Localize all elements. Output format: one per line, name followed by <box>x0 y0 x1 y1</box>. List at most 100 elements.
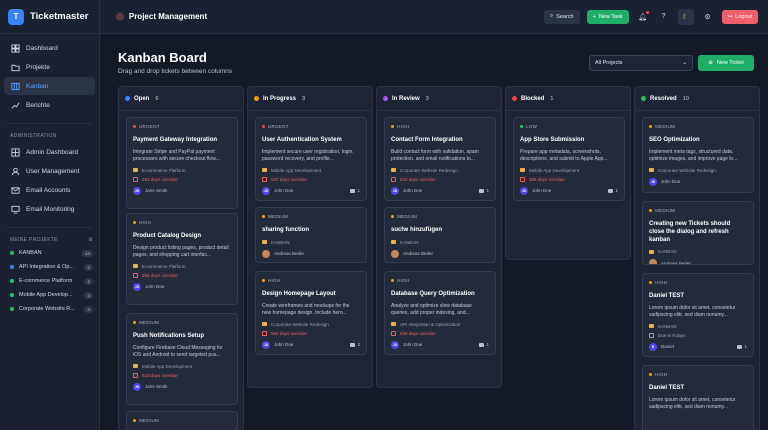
sidebar-item-dashboard[interactable]: Dashboard <box>4 39 95 57</box>
new-task-label: New Task <box>598 13 623 20</box>
comment-count: 1 <box>737 344 747 349</box>
priority-text: MEDIUM <box>655 208 676 213</box>
folder-icon <box>262 322 267 327</box>
kanban-column: Open 6 URGENT Payment Gateway Integration In… <box>118 86 244 430</box>
priority-dot <box>391 125 394 128</box>
project-item[interactable]: E-commerce Platform 2 <box>0 275 99 287</box>
calendar-icon <box>649 332 654 338</box>
ticket-card[interactable]: LOW App Store Submission Prepare app metad… <box>513 117 625 201</box>
assignee-name: Jane Smith <box>145 384 168 390</box>
priority-text: MEDIUM <box>139 320 160 325</box>
column-header: Blocked 1 <box>506 87 630 111</box>
dashboard-icon <box>10 43 20 53</box>
sidebar-item-projekte[interactable]: Projekte <box>4 58 95 76</box>
ticket-card[interactable]: URGENT Payment Gateway Integration Integra… <box>126 117 238 209</box>
ticket-project-name: Mobile App Development <box>529 167 580 173</box>
ticket-description: Build contact form with validation, spam… <box>391 148 479 162</box>
help-icon[interactable]: ? <box>657 10 671 24</box>
priority-text: HIGH <box>139 220 152 225</box>
status-dot <box>10 279 14 283</box>
ticket-card[interactable]: MEDIUM sharing function KANBAN Andreas Bede… <box>255 207 367 263</box>
ticket-card[interactable]: MEDIUM Push Notifications Setup Configure … <box>126 313 238 405</box>
card-list: URGENT User Authentication System Implemen… <box>248 111 372 355</box>
kanban-column: Blocked 1 LOW App Store Submission Prepare a… <box>505 86 631 260</box>
topbar: ◎ Project Management ⌕ Search + New Task… <box>100 0 768 34</box>
ticket-card[interactable]: MEDIUM Creating new Tickets should close … <box>642 201 754 265</box>
search-button[interactable]: ⌕ Search <box>544 9 580 24</box>
new-task-button[interactable]: + New Task <box>586 9 629 24</box>
ticket-card[interactable]: MEDIUM suche hinzufügen KANBAN Andreas Bede… <box>384 207 496 263</box>
ticket-project-name: E-commerce Platform <box>142 167 186 173</box>
ticket-card[interactable]: MEDIUM <box>126 411 238 430</box>
moon-icon[interactable]: ☾ <box>677 8 694 25</box>
gear-icon[interactable]: ⚙ <box>701 10 715 24</box>
priority-label: MEDIUM <box>649 124 747 129</box>
priority-dot <box>262 215 265 218</box>
ticket-due: 542 days overdue <box>391 176 489 182</box>
comment-icon <box>479 188 485 193</box>
sidebar-item-email-monitoring[interactable]: Email Monitoring <box>4 200 95 218</box>
sidebar-item-kanban[interactable]: Kanban <box>4 77 95 95</box>
folder-icon <box>391 322 396 327</box>
ticket-card[interactable]: URGENT User Authentication System Implemen… <box>255 117 367 201</box>
ticket-description: Lorem ipsum dolor sit amet, consetetur s… <box>649 304 736 318</box>
page-title: Kanban Board <box>118 50 207 65</box>
ticket-card[interactable]: HIGH Daniel TEST Lorem ipsum dolor sit ame… <box>642 365 754 430</box>
ticket-card[interactable]: HIGH Contact Form Integration Build contac… <box>384 117 496 201</box>
assignee-name: John Doe <box>532 188 552 194</box>
ticket-card[interactable]: HIGH Database Query Optimization Analyze a… <box>384 271 496 355</box>
comment-count-text: 1 <box>486 342 489 348</box>
sidebar-item-berichte[interactable]: Berichte <box>4 96 95 114</box>
kanban-icon <box>10 81 20 91</box>
folder-icon <box>133 264 138 269</box>
logout-button[interactable]: ↪ Logout <box>721 9 758 24</box>
sidebar-item-email-accounts[interactable]: Email Accounts <box>4 181 95 199</box>
card-list: HIGH Contact Form Integration Build contac… <box>377 111 501 355</box>
assignee-name: Jane Smith <box>145 188 168 194</box>
priority-text: HIGH <box>397 278 410 283</box>
project-item[interactable]: Corporate Website R... 4 <box>0 303 99 315</box>
projects-section-title: MEINE PROJEKTE ⚙ <box>0 231 99 247</box>
priority-dot <box>649 281 652 284</box>
ticket-card[interactable]: HIGH Product Catalog Design Design product… <box>126 213 238 305</box>
priority-label: URGENT <box>133 124 231 129</box>
sidebar-item-admin-dashboard[interactable]: Admin Dashboard <box>4 143 95 161</box>
comment-count-text: 1 <box>357 188 360 194</box>
folder-icon <box>520 168 525 173</box>
bell-icon[interactable]: 🔔︎ <box>636 10 650 24</box>
search-icon: ⌕ <box>550 13 554 19</box>
avatar: JS <box>133 186 141 195</box>
sidebar-item-label: User Management <box>26 167 80 175</box>
ticket-card[interactable]: HIGH Daniel TEST Lorem ipsum dolor sit ame… <box>642 273 754 357</box>
sidebar-item-label: Email Monitoring <box>26 205 75 213</box>
assignee-name: John Doe <box>661 179 681 185</box>
project-name: KANBAN <box>19 250 42 256</box>
sidebar-item-label: Projekte <box>26 63 50 71</box>
ticket-card[interactable]: MEDIUM SEO Optimization Implement meta tag… <box>642 117 754 193</box>
priority-text: MEDIUM <box>139 418 160 423</box>
ticket-project-name: Mobile App Development <box>271 167 322 173</box>
ticket-card[interactable]: HIGH Design Homepage Layout Create wirefra… <box>255 271 367 355</box>
status-dot <box>10 265 14 269</box>
priority-label: MEDIUM <box>649 208 747 213</box>
project-item[interactable]: KANBAN 14 <box>0 247 99 259</box>
brand[interactable]: T Ticketmaster <box>0 0 99 34</box>
ticket-footer: D Daniel 1 <box>649 342 747 351</box>
project-count: 2 <box>84 291 93 299</box>
settings-icon[interactable]: ⚙ <box>88 237 93 243</box>
project-item[interactable]: API Integration & Op... 2 <box>0 261 99 273</box>
priority-dot <box>391 215 394 218</box>
sidebar-item-user-management[interactable]: User Management <box>4 162 95 180</box>
new-ticket-button[interactable]: ⊕ New Ticket <box>698 55 754 71</box>
priority-text: MEDIUM <box>397 214 418 219</box>
ticket-title: Push Notifications Setup <box>133 333 205 339</box>
priority-label: URGENT <box>262 124 360 129</box>
project-item[interactable]: Mobile App Develop... 2 <box>0 289 99 301</box>
main-nav: Dashboard Projekte Kanban Berichte <box>0 34 99 120</box>
comment-icon <box>608 188 614 193</box>
sidebar-item-label: Dashboard <box>26 44 58 52</box>
ticket-due: Due in 9 days <box>649 332 747 338</box>
avatar: JD <box>520 186 528 195</box>
project-filter-select[interactable]: All Projects ⌄ <box>589 55 693 71</box>
ticket-description: Configure Firebase Cloud Messaging for i… <box>133 344 223 358</box>
